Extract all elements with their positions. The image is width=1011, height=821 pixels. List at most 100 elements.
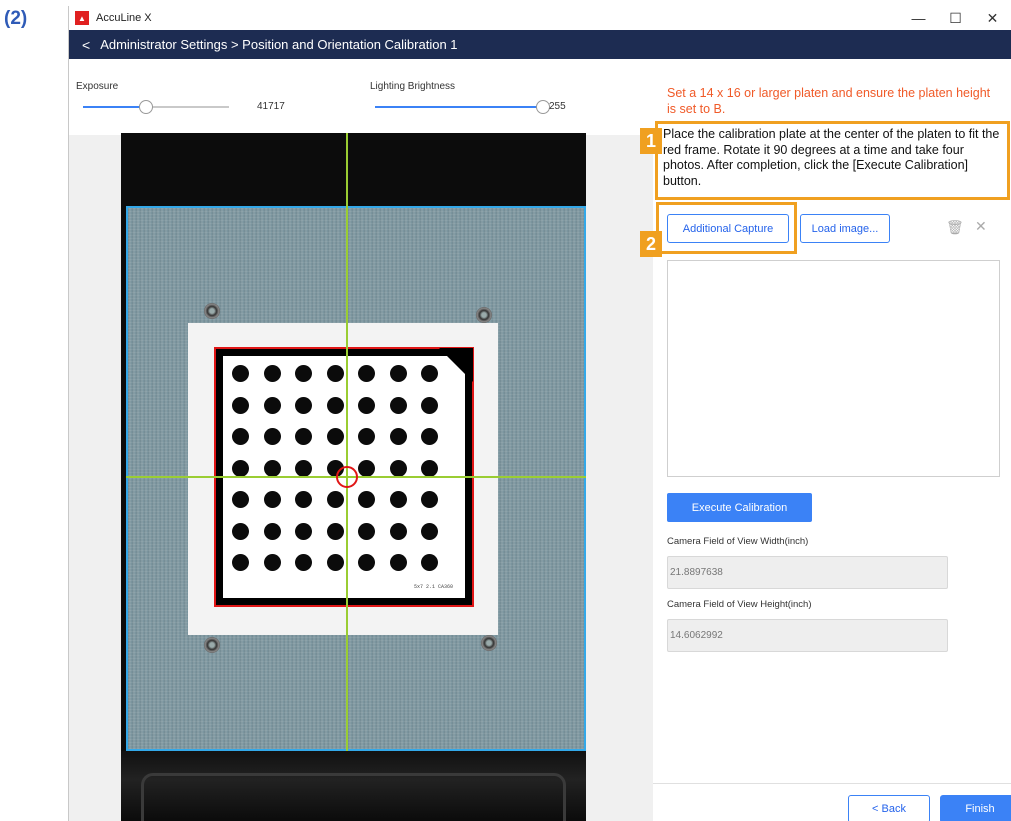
center-target-icon	[336, 466, 358, 488]
execute-calibration-button[interactable]: Execute Calibration	[667, 493, 812, 522]
platen-pin-icon	[481, 635, 497, 651]
camera-panel: Exposure 41717 Lighting Brightness 255 5…	[69, 59, 653, 821]
calibration-dot	[295, 428, 312, 445]
calibration-dot	[389, 522, 407, 540]
brightness-slider[interactable]	[375, 100, 550, 114]
platen-pin-icon	[204, 637, 220, 653]
fov-width-label: Camera Field of View Width(inch)	[667, 536, 809, 547]
calibration-dot	[358, 522, 375, 540]
settings-panel: Set a 14 x 16 or larger platen and ensur…	[640, 59, 1011, 821]
calibration-dot	[389, 554, 407, 571]
calibration-dot	[358, 554, 375, 571]
brightness-slider-fill	[375, 106, 543, 108]
platen-edge	[141, 773, 566, 821]
calibration-dot	[263, 396, 281, 414]
calibration-dot	[295, 396, 312, 414]
camera-controls: Exposure 41717 Lighting Brightness 255	[69, 59, 653, 135]
calibration-dot	[421, 365, 438, 382]
plate-label: 5x7 2.1 CA360	[413, 584, 453, 590]
calibration-dot	[232, 459, 249, 477]
additional-capture-button[interactable]: Additional Capture	[667, 214, 789, 243]
app-title: AccuLine X	[96, 12, 152, 24]
calibration-dot	[421, 396, 438, 414]
brightness-label: Lighting Brightness	[370, 81, 456, 92]
exposure-label: Exposure	[76, 81, 119, 92]
calibration-dot	[358, 396, 375, 414]
back-button[interactable]: < Back	[848, 795, 930, 821]
exposure-slider-fill	[83, 106, 146, 108]
calibration-dot	[389, 428, 407, 445]
calibration-dot	[358, 365, 375, 382]
calibration-dot	[326, 365, 344, 382]
page-header: < Administrator Settings > Position and …	[69, 30, 1011, 59]
app-window: ▲ AccuLine X — ☐ ✕ < Administrator Setti…	[68, 6, 1011, 821]
instruction-text: Place the calibration plate at the cente…	[663, 127, 1000, 188]
calibration-dot	[421, 522, 438, 540]
calibration-dot	[263, 459, 281, 477]
calibration-dot	[326, 428, 344, 445]
warning-message: Set a 14 x 16 or larger platen and ensur…	[667, 86, 991, 116]
calibration-dot	[232, 554, 249, 571]
platen-pin-icon	[476, 307, 492, 323]
close-icon[interactable]: ✕	[975, 218, 987, 235]
calibration-dot	[295, 491, 312, 508]
calibration-dot	[295, 459, 312, 477]
calibration-dot	[232, 428, 249, 445]
calibration-dot	[421, 428, 438, 445]
calibration-dot	[421, 491, 438, 508]
brightness-value: 255	[549, 101, 566, 112]
calibration-dot	[358, 459, 375, 477]
step2-badge: 2	[640, 231, 662, 257]
calibration-dot	[421, 554, 438, 571]
fov-width-field[interactable]: 21.8897638	[667, 556, 948, 589]
maximize-button[interactable]: ☐	[937, 6, 974, 30]
calibration-dot	[326, 491, 344, 508]
calibration-dot	[389, 396, 407, 414]
breadcrumb: Administrator Settings > Position and Or…	[100, 37, 458, 52]
fov-height-field[interactable]: 14.6062992	[667, 619, 948, 652]
camera-preview: 5x7 2.1 CA360	[121, 133, 586, 821]
brightness-slider-thumb[interactable]	[536, 100, 550, 114]
calibration-dot	[232, 365, 249, 382]
minimize-button[interactable]: —	[900, 6, 937, 30]
calibration-dot	[263, 522, 281, 540]
exposure-value: 41717	[257, 101, 285, 112]
delete-icon[interactable]: 🗑	[946, 219, 964, 236]
calibration-dot	[232, 522, 249, 540]
calibration-dot	[295, 365, 312, 382]
calibration-dot	[263, 491, 281, 508]
calibration-dot	[389, 491, 407, 508]
window-controls: — ☐ ✕	[900, 6, 1011, 30]
calibration-dot	[421, 459, 438, 477]
calibration-dot	[358, 428, 375, 445]
calibration-dot	[389, 459, 407, 477]
calibration-dot	[232, 491, 249, 508]
captured-image-list[interactable]	[667, 260, 1000, 477]
calibration-dot	[232, 396, 249, 414]
step1-badge: 1	[640, 128, 662, 154]
fov-height-label: Camera Field of View Height(inch)	[667, 599, 812, 610]
exposure-slider[interactable]	[83, 100, 229, 114]
step1-callout: Place the calibration plate at the cente…	[655, 121, 1010, 200]
calibration-dot	[326, 522, 344, 540]
app-logo-icon: ▲	[75, 11, 89, 25]
footer-divider	[653, 783, 1011, 784]
platen-pin-icon	[204, 303, 220, 319]
calibration-dot	[263, 365, 281, 382]
calibration-dot	[326, 396, 344, 414]
close-window-button[interactable]: ✕	[974, 6, 1011, 30]
calibration-dot	[295, 522, 312, 540]
calibration-dot	[263, 554, 281, 571]
back-arrow-icon[interactable]: <	[82, 37, 90, 53]
exposure-slider-thumb[interactable]	[138, 100, 153, 114]
orientation-corner-mark	[439, 348, 473, 382]
title-bar: ▲ AccuLine X — ☐ ✕	[69, 6, 1011, 30]
calibration-dot	[358, 491, 375, 508]
calibration-dot	[389, 365, 407, 382]
calibration-dot	[326, 554, 344, 571]
finish-button[interactable]: Finish	[940, 795, 1011, 821]
calibration-dot	[295, 554, 312, 571]
load-image-button[interactable]: Load image...	[800, 214, 890, 243]
calibration-dot	[263, 428, 281, 445]
figure-label: (2)	[4, 8, 28, 29]
